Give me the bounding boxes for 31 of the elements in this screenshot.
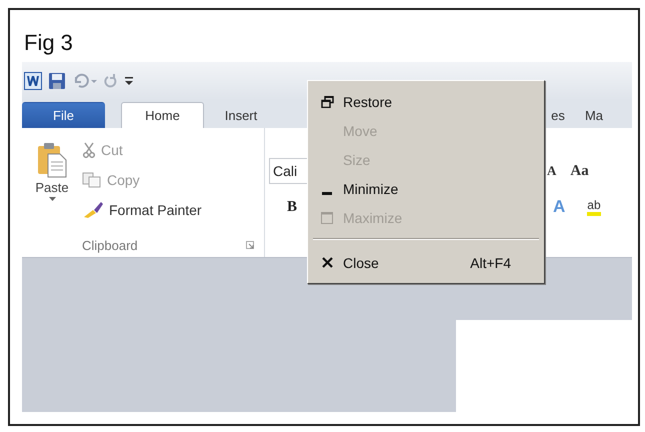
ribbon-tab[interactable]: Ma <box>574 102 614 128</box>
file-tab[interactable]: File <box>22 102 105 128</box>
undo-icon[interactable] <box>72 73 98 89</box>
grow-font-button[interactable]: A <box>547 163 556 179</box>
menu-item[interactable]: Close Alt+F4 <box>311 248 541 277</box>
clipboard-icon <box>37 142 67 178</box>
highlight-button[interactable]: ab <box>587 198 601 216</box>
save-icon[interactable] <box>48 72 66 90</box>
copy-icon <box>82 172 102 188</box>
customize-toolbar-icon[interactable] <box>124 74 134 88</box>
dialog-launcher-icon[interactable] <box>246 241 254 249</box>
paintbrush-icon <box>82 201 104 219</box>
minimize-icon <box>322 192 332 195</box>
maximize-icon <box>321 212 333 224</box>
caret-icon <box>48 197 56 201</box>
redo-icon[interactable] <box>104 73 118 89</box>
ribbon-tab[interactable]: es <box>546 102 570 128</box>
scissors-icon <box>82 142 96 158</box>
close-icon <box>322 257 332 268</box>
menu-item[interactable]: Minimize <box>311 174 541 203</box>
ribbon-tab[interactable]: Insert <box>210 102 272 128</box>
figure-label: Fig 3 <box>23 29 74 57</box>
restore-icon <box>320 96 334 108</box>
ribbon-tab[interactable]: Home <box>121 102 204 128</box>
format-painter-button[interactable]: Format Painter <box>82 198 264 222</box>
group-label: Clipboard <box>82 238 138 252</box>
bold-button[interactable]: B <box>287 198 298 216</box>
menu-item[interactable]: Restore <box>311 87 541 116</box>
change-case-button[interactable]: Aa <box>570 162 589 180</box>
paste-button[interactable]: Paste <box>22 128 82 233</box>
word-logo-icon <box>24 72 42 90</box>
